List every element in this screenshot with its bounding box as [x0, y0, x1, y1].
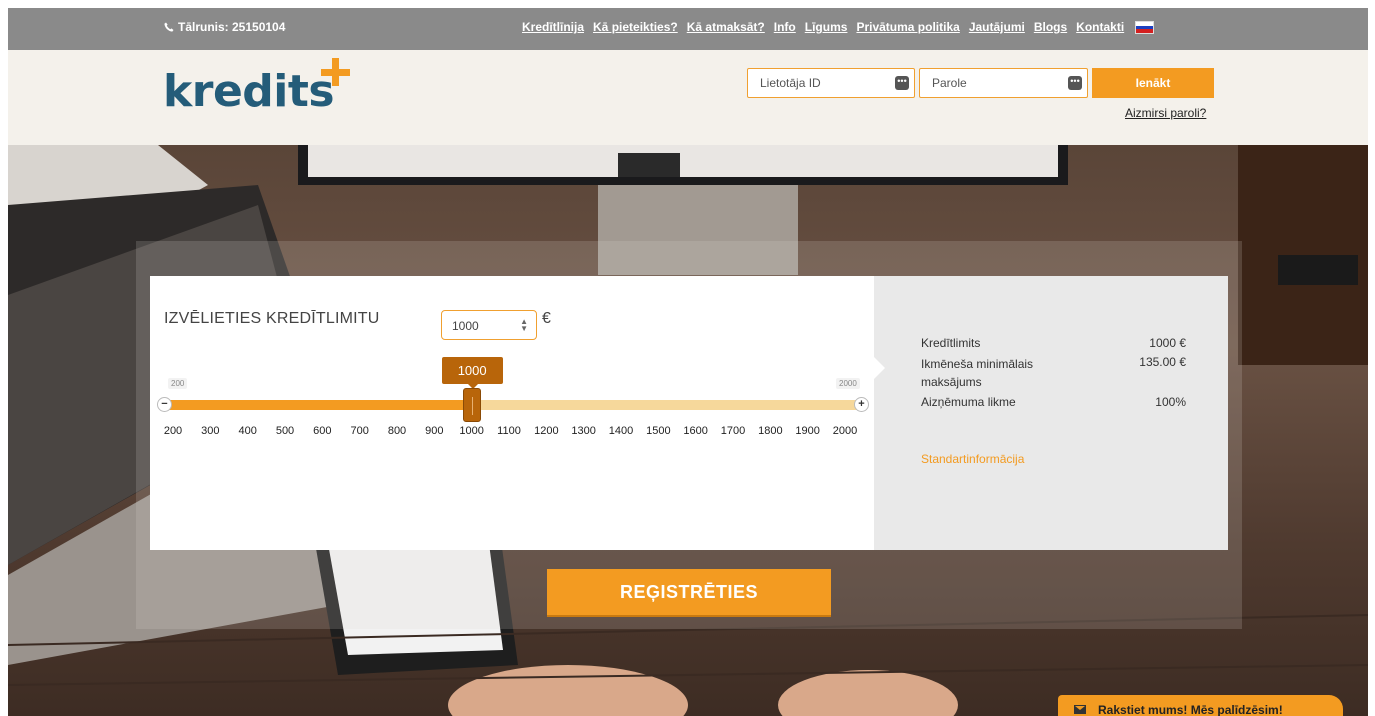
slider-tick-label: 500 — [275, 425, 295, 437]
summary-label-min-payment: Ikmēneša minimālais maksājums — [921, 357, 1034, 389]
panel-notch — [874, 357, 885, 379]
nav-ka-pieteikties[interactable]: Kā pieteikties? — [593, 20, 678, 34]
slider-tick-label: 1800 — [758, 425, 783, 437]
slider-tick-label: 700 — [350, 425, 369, 437]
ellipsis-icon: ••• — [895, 76, 909, 90]
slider-tick-label: 600 — [313, 425, 332, 437]
slider-value-tooltip: 1000 — [441, 357, 503, 389]
slider-tick-label: 400 — [238, 425, 257, 437]
header: kredits Lietotāja ID ••• Parole ••• Ienā… — [8, 50, 1368, 145]
hero-section: IZVĒLIETIES KREDĪTLIMITU 1000 ▲ ▼ € 200 2… — [8, 145, 1368, 716]
summary-label-interest-rate: Aizņēmuma likme — [921, 395, 1016, 409]
slider-tick-label: 1000 — [459, 425, 484, 437]
slider-tick-label: 2000 — [832, 425, 858, 437]
envelope-icon — [1074, 705, 1086, 714]
nav-privatuma-politika[interactable]: Privātuma politika — [856, 20, 959, 34]
slider-tick-label: 1200 — [534, 425, 559, 437]
kredits-logo[interactable]: kredits — [163, 66, 335, 117]
phone-icon — [164, 22, 174, 32]
slider-track[interactable] — [164, 400, 864, 410]
nav-kreditlinija[interactable]: Kredītlīnija — [522, 20, 584, 34]
slider-increase-button[interactable]: + — [854, 397, 869, 412]
slider-tick-label: 1900 — [795, 425, 820, 437]
slider-max-label: 2000 — [836, 378, 860, 389]
nav-jautajumi[interactable]: Jautājumi — [969, 20, 1025, 34]
slider-tick-label: 1300 — [571, 425, 596, 437]
summary-value-credit-limit: 1000 € — [1149, 336, 1186, 350]
summary-value-min-payment: 135.00 € — [1139, 355, 1186, 369]
ellipsis-icon: ••• — [1068, 76, 1082, 90]
user-id-field[interactable]: Lietotāja ID ••• — [747, 68, 915, 98]
summary-value-interest-rate: 100% — [1155, 395, 1186, 409]
nav-info[interactable]: Info — [774, 20, 796, 34]
standard-information-link[interactable]: Standartinformācija — [921, 452, 1024, 466]
slider-handle[interactable] — [462, 388, 481, 422]
login-button[interactable]: Ienākt — [1092, 68, 1214, 98]
credit-calculator: IZVĒLIETIES KREDĪTLIMITU 1000 ▲ ▼ € 200 2… — [150, 276, 874, 550]
credit-summary-panel: Kredītlimits 1000 € Ikmēneša minimālais … — [874, 276, 1228, 550]
slider-tick-label: 1600 — [683, 425, 708, 437]
russian-flag-icon[interactable] — [1135, 21, 1155, 34]
slider-tick-label: 1100 — [497, 425, 521, 437]
nav-kontakti[interactable]: Kontakti — [1076, 20, 1124, 34]
slider-fill — [164, 400, 472, 410]
amount-select-value: 1000 — [452, 319, 479, 333]
slider-tick-label: 900 — [425, 425, 444, 437]
phone-text: Tālrunis: 25150104 — [178, 20, 286, 34]
slider-tick-label: 1500 — [646, 425, 671, 437]
slider-tick-label: 800 — [387, 425, 407, 437]
calculator-title: IZVĒLIETIES KREDĪTLIMITU — [164, 310, 380, 327]
password-placeholder: Parole — [932, 76, 967, 90]
chat-label: Rakstiet mums! Mēs palīdzēsim! — [1098, 702, 1283, 716]
phone-number: Tālrunis: 25150104 — [164, 20, 285, 34]
main-nav: Kredītlīnija Kā pieteikties? Kā atmaksāt… — [522, 20, 1155, 34]
amount-select[interactable]: 1000 ▲ ▼ — [441, 310, 537, 340]
chat-widget[interactable]: Rakstiet mums! Mēs palīdzēsim! — [1058, 695, 1343, 716]
slider-tick-label: 1400 — [608, 425, 634, 437]
logo-plus-icon — [321, 58, 350, 86]
select-arrows-icon: ▲ ▼ — [520, 317, 528, 333]
slider-min-label: 200 — [168, 378, 188, 389]
user-id-placeholder: Lietotāja ID — [760, 76, 821, 90]
slider-decrease-button[interactable]: − — [157, 397, 172, 412]
slider-tick-label: 1700 — [720, 425, 746, 437]
slider-tick-label: 200 — [163, 425, 183, 437]
forgot-password-link[interactable]: Aizmirsi paroli? — [1125, 106, 1206, 120]
register-button[interactable]: REĢISTRĒTIES — [547, 569, 831, 615]
page: Tālrunis: 25150104 Kredītlīnija Kā piete… — [8, 8, 1368, 716]
nav-ligums[interactable]: Līgums — [805, 20, 848, 34]
nav-ka-atmaksat[interactable]: Kā atmaksāt? — [687, 20, 765, 34]
password-field[interactable]: Parole ••• — [919, 68, 1088, 98]
nav-blogs[interactable]: Blogs — [1034, 20, 1067, 34]
slider-tick-labels: 200 300 400 500 600 700 800 900 1000 1100 1200 1300… — [164, 425, 864, 439]
top-bar: Tālrunis: 25150104 Kredītlīnija Kā piete… — [8, 8, 1368, 50]
currency-symbol: € — [542, 310, 551, 327]
slider-tick-label: 300 — [201, 425, 220, 437]
summary-label-credit-limit: Kredītlimits — [921, 336, 981, 350]
